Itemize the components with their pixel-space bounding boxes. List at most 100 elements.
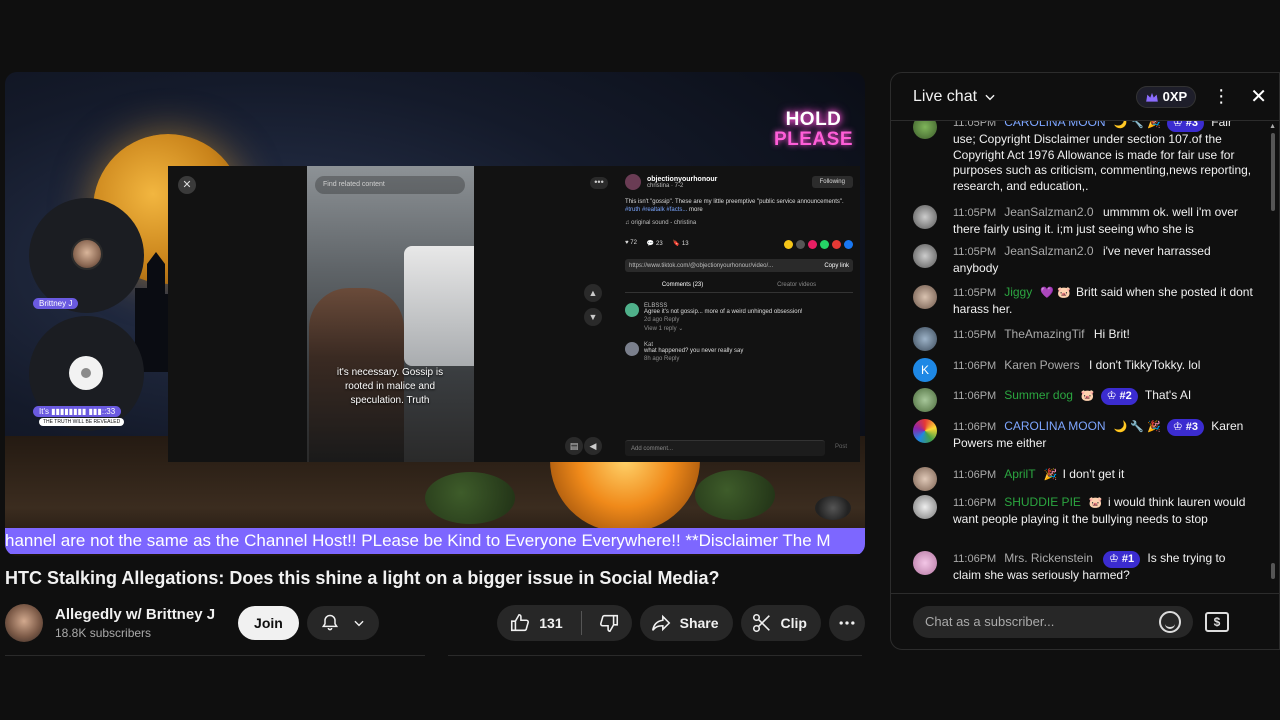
super-chat-icon[interactable]: $	[1205, 611, 1229, 632]
message-time: 11:06PM	[953, 390, 997, 402]
message-author[interactable]: CAROLINA MOON	[1004, 121, 1105, 129]
more-horizontal-icon	[839, 621, 855, 625]
leaf-graphic	[425, 472, 515, 524]
chevron-down-icon	[354, 620, 364, 627]
like-count[interactable]: 131	[539, 615, 562, 631]
message-author[interactable]: JeanSalzman2.0	[1004, 205, 1093, 219]
chat-scrollbar-lower[interactable]	[1271, 563, 1275, 579]
overlay-line-2: PLEASE	[773, 129, 853, 150]
shared-screen: ✕ Find related content it's necessary. G…	[168, 166, 860, 462]
channel-info: Allegedly w/ Brittney J 18.8K subscriber…	[55, 606, 215, 640]
message-author[interactable]: TheAmazingTif	[1004, 327, 1084, 341]
comment-meta: 8h ago Reply	[644, 356, 680, 362]
message-text: I don't TikkyTokky. lol	[1088, 358, 1201, 372]
watermark-logo	[815, 496, 851, 520]
video-player[interactable]: HOLD PLEASE Brittney J It's ▮▮▮▮▮▮▮▮ ▮▮▮…	[5, 72, 865, 556]
thumbs-up-icon[interactable]	[509, 612, 531, 634]
volume-icon: ◀	[584, 437, 602, 455]
close-icon[interactable]: ✕	[1250, 84, 1267, 109]
message-time: 11:06PM	[953, 469, 997, 481]
message-time: 11:05PM	[953, 246, 997, 258]
message-time: 11:06PM	[953, 421, 997, 433]
host-camera: Brittney J	[29, 198, 144, 313]
tiktok-follow-button: Following	[811, 176, 853, 188]
tiktok-search: Find related content	[315, 176, 465, 194]
live-chat-panel: Live chat 0XP ⋮ ✕ 11:05PM CAROLINA MOON 🌙 …	[890, 72, 1280, 650]
scroll-up-arrow[interactable]: ▲	[1269, 123, 1276, 130]
chat-mode-selector[interactable]: Live chat	[913, 88, 997, 106]
tiktok-caption: it's necessary. Gossip is rooted in mali…	[336, 367, 444, 406]
chat-scrollbar[interactable]	[1271, 133, 1275, 211]
overlay-line-1: HOLD	[785, 109, 842, 130]
divider	[448, 655, 862, 656]
message-author[interactable]: JeanSalzman2.0	[1004, 244, 1093, 258]
member-badge: ♔ #3	[1166, 121, 1204, 132]
tiktok-hashtags: #truth #realtalk #facts...	[625, 207, 688, 213]
channel-avatar[interactable]	[5, 604, 43, 642]
share-button[interactable]: Share	[639, 605, 733, 641]
tiktok-link: https://www.tiktok.com/@objectionyourhon…	[629, 262, 774, 269]
tiktok-header: objectionyourhonour christina · 7-2 Foll…	[625, 174, 853, 190]
author-emoji: 💜 🐷	[1040, 287, 1071, 299]
scroll-down-arrow[interactable]: ▼	[1269, 649, 1276, 650]
member-badge: ♔ #1	[1102, 551, 1141, 568]
message-author[interactable]: AprilT	[1004, 467, 1035, 481]
chat-avatar	[913, 327, 937, 351]
tiktok-stats: ♥ 72 💬 23 🔖 13	[625, 240, 853, 249]
guest-camera: It's ▮▮▮▮▮▮▮▮ ▮▮▮::33 THE TRUTH WILL BE …	[29, 316, 144, 431]
message-author[interactable]: SHUDDIE PIE	[1004, 495, 1081, 509]
message-author[interactable]: Mrs. Rickenstein	[1004, 551, 1093, 565]
badge-rank: #1	[1121, 553, 1135, 565]
message-author[interactable]: CAROLINA MOON	[1004, 419, 1105, 433]
chevron-up-icon: ▲	[584, 284, 602, 302]
host-avatar	[71, 238, 103, 270]
join-button[interactable]: Join	[238, 606, 299, 640]
author-emoji: 🌙 🔧 🎉	[1113, 421, 1161, 433]
chat-input[interactable]: Chat as a subscriber...	[913, 605, 1193, 638]
notifications-button[interactable]	[306, 606, 379, 640]
emoji-icon[interactable]	[1159, 610, 1181, 633]
message-time: 11:06PM	[953, 553, 997, 565]
bell-icon	[321, 614, 338, 631]
tiktok-tab-comments: Comments (23)	[661, 282, 704, 288]
tiktok-more: more	[689, 207, 703, 213]
clip-button[interactable]: Clip	[740, 605, 821, 641]
message-author[interactable]: Karen Powers	[1004, 358, 1079, 372]
channel-name[interactable]: Allegedly w/ Brittney J	[55, 606, 215, 623]
comment-text: what happened? you never really say	[644, 348, 744, 354]
chat-footer: Chat as a subscriber... $	[891, 593, 1279, 649]
message-text: Britt said when she posted it dont haras…	[953, 285, 1253, 316]
scissors-icon	[752, 613, 770, 633]
message-author[interactable]: Jiggy	[1004, 285, 1032, 299]
close-icon: ✕	[178, 176, 196, 194]
message-time: 11:06PM	[953, 497, 997, 509]
like-dislike-group: 131	[497, 605, 632, 641]
video-actions: 131 Share Clip	[497, 605, 865, 641]
tiktok-comment: ELBSSS Agree it's not gossip... more of …	[625, 303, 853, 332]
chat-message: 11:05PM JeanSalzman2.0 ummmm ok. well i'm…	[913, 205, 1253, 237]
crown-icon	[1145, 92, 1158, 102]
chat-input-placeholder: Chat as a subscriber...	[925, 613, 1055, 629]
thumbs-down-icon[interactable]	[598, 612, 620, 634]
message-time: 11:06PM	[953, 360, 997, 372]
message-author[interactable]: Summer dog	[1004, 388, 1073, 402]
member-badge: ♔ #2	[1100, 388, 1138, 405]
more-icon: •••	[590, 177, 608, 189]
guest-subtitle: THE TRUTH WILL BE REVEALED	[39, 418, 125, 426]
tiktok-avatar	[625, 174, 641, 190]
xp-badge[interactable]: 0XP	[1135, 85, 1197, 108]
chat-message: 11:06PM SHUDDIE PIE 🐷 i would think lauren…	[913, 495, 1253, 527]
message-text: I don't get it	[1062, 467, 1125, 481]
chat-messages: 11:05PM CAROLINA MOON 🌙 🔧 🎉 ♔ #3 Fair use; …	[891, 121, 1269, 593]
more-vertical-icon[interactable]: ⋮	[1212, 86, 1230, 107]
chat-message: 11:06PM Mrs. Rickenstein ♔ #1 Is she tryin…	[913, 551, 1253, 584]
subscriber-count: 18.8K subscribers	[55, 626, 152, 640]
message-time: 11:05PM	[953, 287, 997, 299]
tiktok-post: Post	[835, 444, 848, 450]
tiktok-desc-text: This isn't "gossip". These are my little…	[625, 199, 844, 205]
tiktok-tab-creator: Creator videos	[777, 282, 817, 288]
tiktok-saves: 🔖 13	[672, 241, 689, 247]
chat-header: Live chat 0XP ⋮ ✕	[891, 73, 1279, 121]
chat-message: 11:06PM CAROLINA MOON 🌙 🔧 🎉 ♔ #3 Karen Powe…	[913, 419, 1253, 452]
more-actions-button[interactable]	[829, 605, 865, 641]
